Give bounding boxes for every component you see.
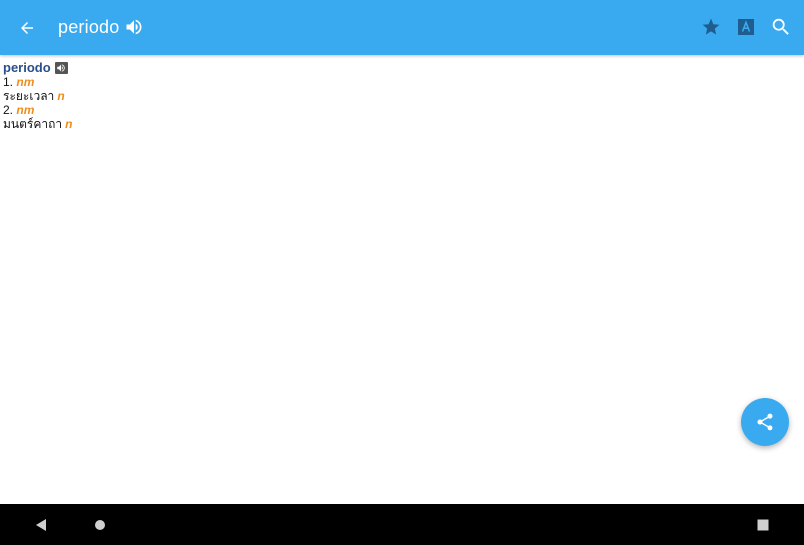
search-icon xyxy=(772,18,789,35)
translate-icon xyxy=(738,19,754,35)
translation: มนตร์คาถา xyxy=(3,117,63,131)
nav-back-button[interactable] xyxy=(33,517,49,533)
star-icon xyxy=(702,18,720,35)
back-arrow-icon xyxy=(21,22,33,34)
search-button[interactable] xyxy=(768,14,794,40)
app-window: periodo periodo 1. nm ระยะเวลา n 2. nm ม… xyxy=(0,0,804,545)
sense-number: 2. xyxy=(3,103,14,117)
square-recents-icon xyxy=(757,519,769,531)
translation-line: มนตร์คาถา n xyxy=(3,117,783,131)
share-icon xyxy=(757,413,773,431)
translation: ระยะเวลา xyxy=(3,89,55,103)
speaker-icon xyxy=(126,19,142,35)
page-title: periodo xyxy=(58,17,120,37)
nav-home-button[interactable] xyxy=(93,518,107,532)
sense-number: 1. xyxy=(3,75,14,89)
part-of-speech: nm xyxy=(16,103,35,117)
circle-home-icon xyxy=(95,520,105,530)
share-button[interactable] xyxy=(741,398,789,446)
headword-audio-button[interactable] xyxy=(54,61,68,74)
sense-header: 1. nm xyxy=(3,75,783,89)
dictionary-entry: periodo 1. nm ระยะเวลา n 2. nm มนตร์คาถา n xyxy=(3,60,783,131)
sense-header: 2. nm xyxy=(3,103,783,117)
nav-recents-button[interactable] xyxy=(756,518,770,532)
back-button[interactable] xyxy=(14,15,40,41)
pronounce-button[interactable] xyxy=(123,16,145,38)
triangle-back-icon xyxy=(36,519,46,531)
translation-part-of-speech: n xyxy=(65,117,73,131)
translation-part-of-speech: n xyxy=(57,89,65,103)
system-navigation-bar xyxy=(0,504,804,545)
headword: periodo xyxy=(3,59,51,75)
part-of-speech: nm xyxy=(16,75,35,89)
top-app-bar: periodo xyxy=(0,0,804,55)
translation-line: ระยะเวลา n xyxy=(3,89,783,103)
translate-button[interactable] xyxy=(735,16,757,38)
speaker-icon xyxy=(57,63,65,72)
favorite-button[interactable] xyxy=(699,15,723,39)
headword-line: periodo xyxy=(3,60,783,75)
